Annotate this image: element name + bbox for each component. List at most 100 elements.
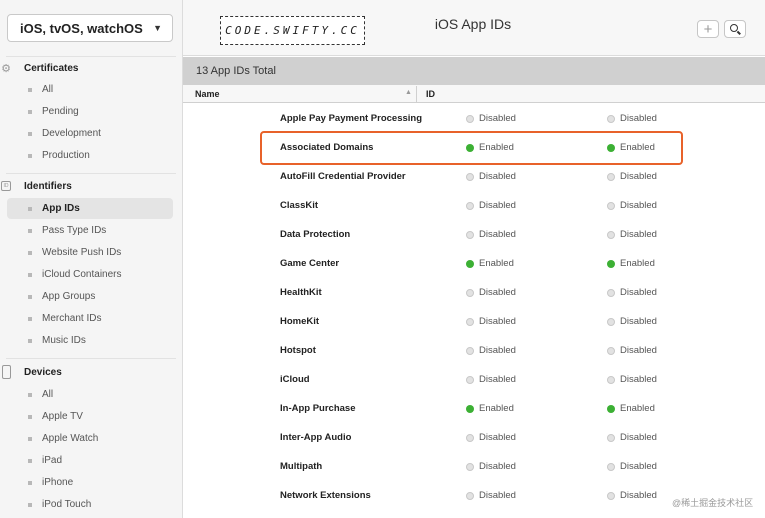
sidebar-item-app-groups[interactable]: App Groups [7,286,173,307]
status-label: Disabled [479,171,516,182]
sidebar-item-ipod-touch[interactable]: iPod Touch [7,494,173,515]
section-divider [6,358,176,359]
table-row[interactable]: Associated Domains Enabled Enabled [183,133,765,162]
sidebar-item-label: Apple Watch [42,433,99,444]
status-label: Disabled [620,229,657,240]
status-dot-icon [607,462,615,471]
status-dot-icon [607,433,615,442]
status-dot-icon [466,172,474,181]
sidebar-item-production[interactable]: Production [7,145,173,166]
status-label: Enabled [620,142,655,153]
status-cell: Disabled [607,113,657,124]
table-row[interactable]: Multipath Disabled Disabled [183,452,765,481]
sidebar-item-pending[interactable]: Pending [7,101,173,122]
sidebar-item-label: App Groups [42,291,96,302]
status-label: Disabled [479,345,516,356]
table-row[interactable]: In-App Purchase Enabled Enabled [183,394,765,423]
sidebar-item-label: All [42,389,54,400]
status-cell: Enabled [466,258,514,269]
search-button[interactable] [724,20,746,38]
section-identifiers: ID Identifiers [0,176,183,196]
table-row[interactable]: Hotspot Disabled Disabled [183,336,765,365]
table-row[interactable]: Game Center Enabled Enabled [183,249,765,278]
device-icon [1,365,11,379]
sidebar-item-music-ids[interactable]: Music IDs [7,330,173,351]
table-row[interactable]: HomeKit Disabled Disabled [183,307,765,336]
platform-selector[interactable]: iOS, tvOS, watchOS ▼ [7,14,173,42]
sidebar-item-label: Apple TV [42,411,83,422]
sidebar-item-apple-watch[interactable]: Apple Watch [7,428,173,449]
sidebar-item-pass-type-ids[interactable]: Pass Type IDs [7,220,173,241]
table-row[interactable]: HealthKit Disabled Disabled [183,278,765,307]
bullet-icon [28,131,32,136]
status-dot-icon [466,491,474,500]
status-cell: Disabled [466,461,516,472]
capability-name: In-App Purchase [280,403,356,414]
column-header-id[interactable]: ID [426,89,435,99]
sidebar-item-app-ids[interactable]: App IDs [7,198,173,219]
status-cell: Disabled [607,200,657,211]
sidebar-item-iphone[interactable]: iPhone [7,472,173,493]
status-cell: Disabled [466,229,516,240]
sidebar-item-apple-tv[interactable]: Apple TV [7,406,173,427]
section-certificates: ⚙ Certificates [0,58,183,78]
capability-name: Inter-App Audio [280,432,352,443]
sidebar-item-development[interactable]: Development [7,123,173,144]
status-dot-icon [607,259,615,268]
status-dot-icon [607,201,615,210]
status-dot-icon [466,201,474,210]
capability-name: HomeKit [280,316,320,327]
results-count-bar: 13 App IDs Total [183,57,765,85]
status-dot-icon [607,317,615,326]
sidebar-item-label: Merchant IDs [42,313,102,324]
sidebar-item-certificates-all[interactable]: All [7,79,173,100]
status-dot-icon [607,114,615,123]
status-label: Disabled [479,461,516,472]
status-dot-icon [607,230,615,239]
section-title: Devices [24,366,62,378]
sort-up-icon[interactable]: ▲ [405,89,412,96]
section-divider [6,173,176,174]
corner-watermark: @稀土掘金技术社区 [672,498,754,508]
results-count: 13 App IDs Total [196,65,276,77]
table-row[interactable]: ClassKit Disabled Disabled [183,191,765,220]
status-dot-icon [466,259,474,268]
capability-name: Multipath [280,461,323,472]
status-label: Disabled [479,432,516,443]
status-label: Disabled [479,490,516,501]
sidebar-item-devices-all[interactable]: All [7,384,173,405]
status-label: Disabled [479,374,516,385]
sidebar-item-ipad[interactable]: iPad [7,450,173,471]
sidebar-item-merchant-ids[interactable]: Merchant IDs [7,308,173,329]
status-label: Disabled [620,113,657,124]
bullet-icon [28,480,32,485]
section-title: Certificates [24,62,79,74]
capability-name: Data Protection [280,229,351,240]
status-label: Enabled [479,142,514,153]
sidebar-item-label: Development [42,128,101,139]
sidebar: iOS, tvOS, watchOS ▼ ⚙ Certificates All … [0,0,183,518]
table-row[interactable]: iCloud Disabled Disabled [183,365,765,394]
status-dot-icon [466,143,474,152]
sidebar-item-label: iCloud Containers [42,269,122,280]
status-dot-icon [466,230,474,239]
table-row[interactable]: AutoFill Credential Provider Disabled Disa… [183,162,765,191]
search-icon [730,24,738,32]
column-header-name[interactable]: Name [195,89,220,99]
table-row[interactable]: Apple Pay Payment Processing Disabled Disa… [183,104,765,133]
status-label: Disabled [479,287,516,298]
add-button[interactable]: + [697,20,719,38]
sidebar-item-label: Website Push IDs [42,247,122,258]
status-cell: Disabled [607,374,657,385]
id-card-icon: ID [1,181,11,191]
status-dot-icon [607,288,615,297]
sidebar-item-website-push-ids[interactable]: Website Push IDs [7,242,173,263]
bullet-icon [28,272,32,277]
status-dot-icon [466,404,474,413]
table-row[interactable]: Data Protection Disabled Disabled [183,220,765,249]
sidebar-item-icloud-containers[interactable]: iCloud Containers [7,264,173,285]
status-cell: Enabled [607,403,655,414]
bullet-icon [28,109,32,114]
table-row[interactable]: Inter-App Audio Disabled Disabled [183,423,765,452]
sidebar-item-label: iPad [42,455,63,466]
